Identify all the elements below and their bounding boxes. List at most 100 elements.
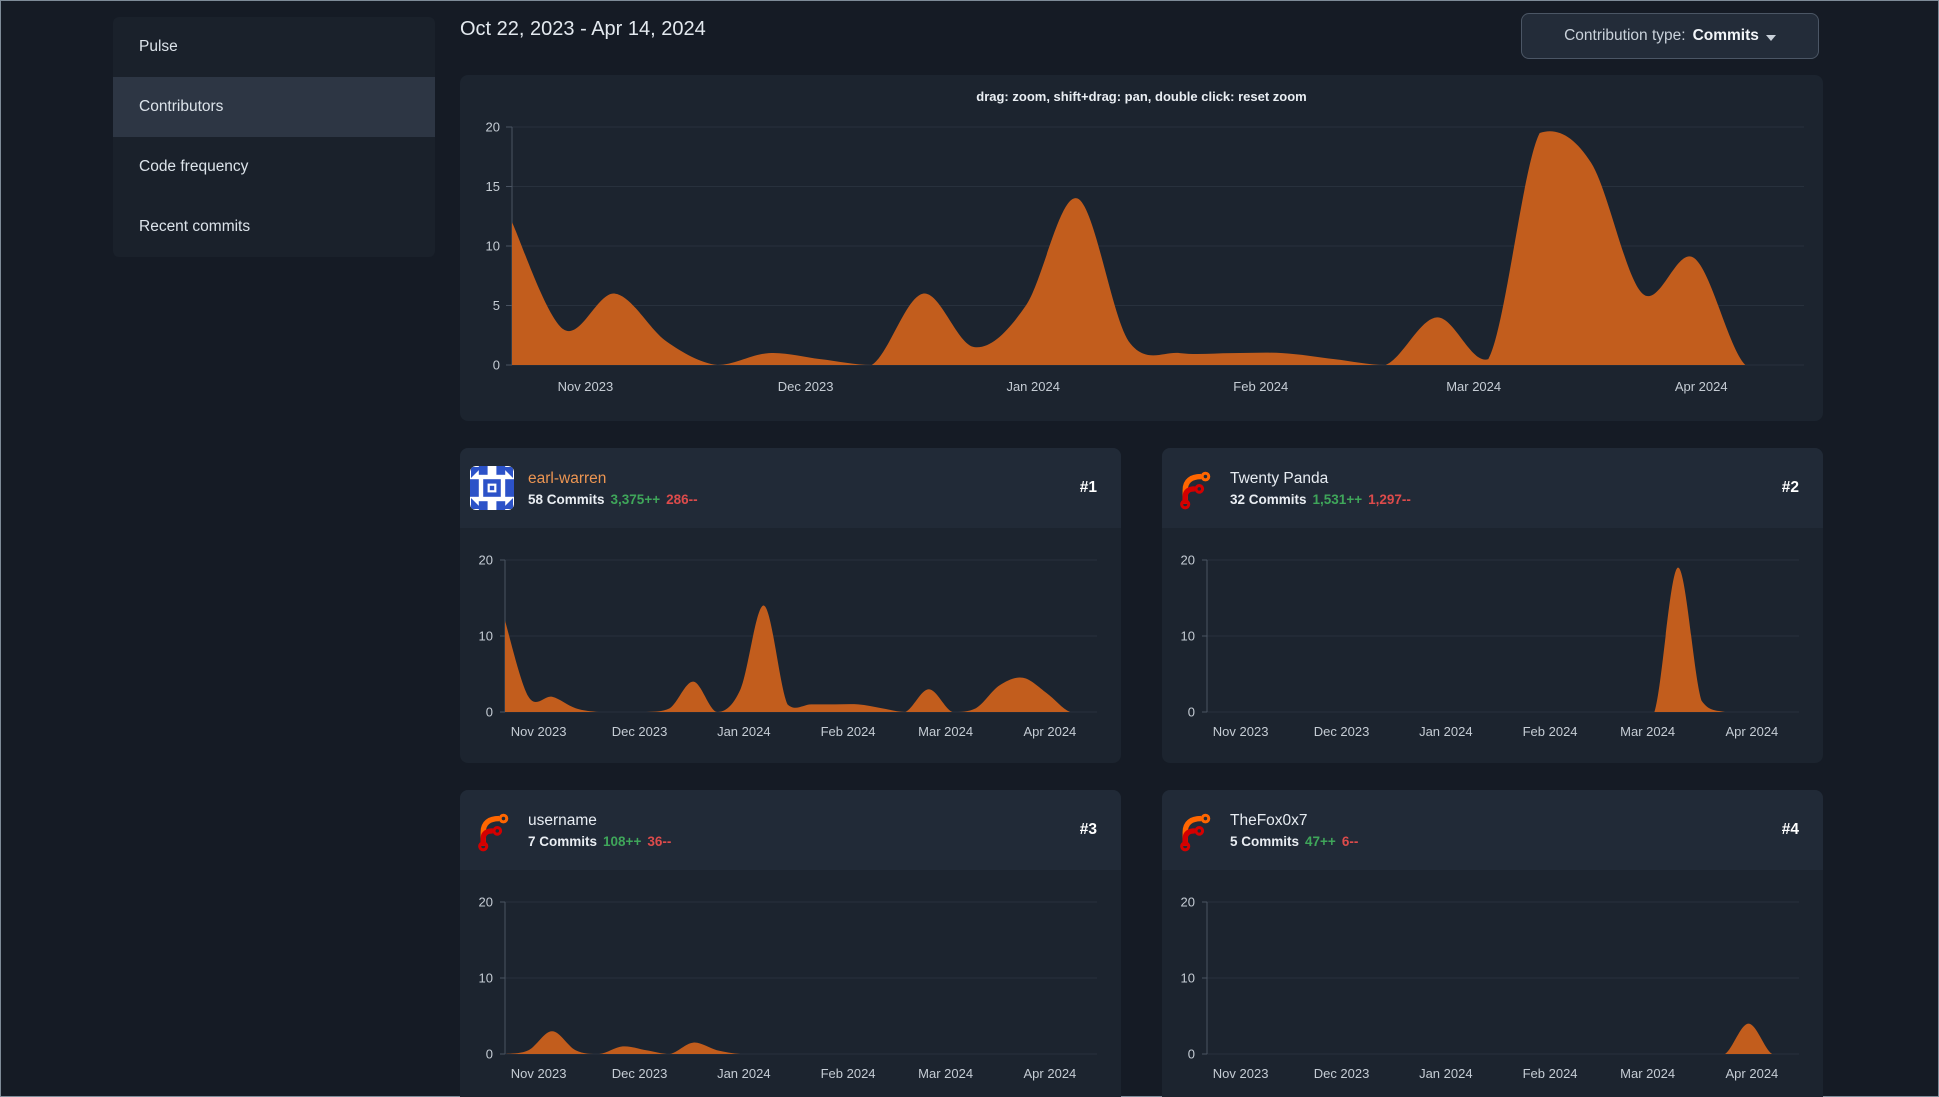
svg-text:10: 10 [479,971,493,986]
svg-text:20: 20 [1181,553,1195,568]
svg-text:Mar 2024: Mar 2024 [1620,1066,1675,1081]
deletions-count: 6-- [1341,834,1359,850]
svg-text:Jan 2024: Jan 2024 [1006,379,1060,394]
rank-badge: #1 [1079,479,1097,496]
contributor-stats: 58 Commits 3,375++ 286-- [528,492,1066,507]
commit-count: 5 Commits [1230,834,1300,850]
svg-text:Feb 2024: Feb 2024 [821,724,876,739]
contributor-commits-area-chart[interactable]: 0 10 20 Nov 2023 Dec 2023 Jan 2024 Feb 2024 Mar… [460,870,1121,1097]
svg-text:20: 20 [479,895,493,910]
svg-text:Nov 2023: Nov 2023 [511,1066,567,1081]
svg-text:Nov 2023: Nov 2023 [1213,724,1269,739]
contributor-card-twenty-panda: Twenty Panda 32 Commits 1,531++ 1,297-- #2… [1162,448,1823,763]
svg-text:Apr 2024: Apr 2024 [1726,724,1779,739]
contributor-stats: 32 Commits 1,531++ 1,297-- [1230,492,1768,507]
contributor-info: TheFox0x7 5 Commits 47++ 6-- [1230,811,1768,849]
svg-text:Jan 2024: Jan 2024 [717,724,771,739]
sidebar-item-label: Contributors [139,98,224,115]
svg-text:5: 5 [493,298,500,313]
sidebar-item-recent-commits[interactable]: Recent commits [113,197,435,257]
deletions-count: 286-- [666,492,698,508]
svg-text:Apr 2024: Apr 2024 [1024,1066,1077,1081]
contributor-card-header: Twenty Panda 32 Commits 1,531++ 1,297-- #2 [1162,448,1823,528]
svg-text:Mar 2024: Mar 2024 [918,1066,973,1081]
contributor-name: username [528,811,597,829]
svg-text:Dec 2023: Dec 2023 [612,1066,668,1081]
svg-text:Nov 2023: Nov 2023 [558,379,614,394]
activity-sidebar: Pulse Contributors Code frequency Recent… [113,17,435,257]
contributor-name[interactable]: earl-warren [528,469,1066,489]
sidebar-item-label: Pulse [139,38,178,55]
svg-text:0: 0 [486,705,493,720]
svg-text:Dec 2023: Dec 2023 [778,379,834,394]
contributor-info: earl-warren 58 Commits 3,375++ 286-- [528,469,1066,507]
svg-text:10: 10 [479,629,493,644]
svg-text:20: 20 [479,553,493,568]
svg-text:Feb 2024: Feb 2024 [1523,1066,1578,1081]
contributor-card-header: username 7 Commits 108++ 36-- #3 [460,790,1121,870]
overall-commits-chart-card: drag: zoom, shift+drag: pan, double clic… [460,75,1823,421]
svg-text:Dec 2023: Dec 2023 [612,724,668,739]
contributor-card-header: earl-warren 58 Commits 3,375++ 286-- #1 [460,448,1121,528]
contributor-commits-area-chart[interactable]: 0 10 20 Nov 2023 Dec 2023 Jan 2024 Feb 2024 Mar… [460,528,1121,763]
contributor-commits-area-chart[interactable]: 0 10 20 Nov 2023 Dec 2023 Jan 2024 Feb 2024 Mar… [1162,870,1823,1097]
svg-text:Feb 2024: Feb 2024 [1233,379,1288,394]
avatar [1172,808,1216,852]
additions-count: 108++ [603,834,642,850]
rank-badge: #4 [1781,821,1799,838]
chevron-down-icon [1765,34,1776,41]
commit-count: 58 Commits [528,492,605,508]
svg-text:20: 20 [1181,895,1195,910]
svg-text:Jan 2024: Jan 2024 [1419,1066,1473,1081]
svg-text:0: 0 [1188,1047,1195,1062]
contributor-info: Twenty Panda 32 Commits 1,531++ 1,297-- [1230,469,1768,507]
svg-text:Apr 2024: Apr 2024 [1024,724,1077,739]
deletions-count: 36-- [647,834,672,850]
additions-count: 47++ [1305,834,1336,850]
contributor-commits-area-chart[interactable]: 0 10 20 Nov 2023 Dec 2023 Jan 2024 Feb 2024 Mar… [1162,528,1823,763]
contributor-stats: 5 Commits 47++ 6-- [1230,834,1768,849]
svg-text:15: 15 [486,179,500,194]
svg-text:10: 10 [486,239,500,254]
additions-count: 3,375++ [610,492,661,508]
svg-text:Jan 2024: Jan 2024 [717,1066,771,1081]
contributor-card-header: TheFox0x7 5 Commits 47++ 6-- #4 [1162,790,1823,870]
svg-text:0: 0 [1188,705,1195,720]
avatar [470,466,514,510]
svg-text:0: 0 [493,358,500,373]
deletions-count: 1,297-- [1368,492,1411,508]
contributor-info: username 7 Commits 108++ 36-- [528,811,1066,849]
commit-count: 7 Commits [528,834,598,850]
overall-commits-area-chart[interactable]: 0 5 10 15 20 Nov 2023 Dec 2023 Jan 2024 Feb 2024… [460,75,1823,421]
svg-text:Feb 2024: Feb 2024 [821,1066,876,1081]
svg-text:Nov 2023: Nov 2023 [511,724,567,739]
svg-text:Nov 2023: Nov 2023 [1213,1066,1269,1081]
contributors-page: Pulse Contributors Code frequency Recent… [0,0,1939,1097]
contribution-type-label: Contribution type: [1564,27,1686,44]
contribution-type-dropdown[interactable]: Contribution type: Commits [1521,13,1819,59]
sidebar-item-label: Recent commits [139,218,251,235]
sidebar-item-code-frequency[interactable]: Code frequency [113,137,435,197]
sidebar-item-label: Code frequency [139,158,249,175]
svg-text:Mar 2024: Mar 2024 [1620,724,1675,739]
contributor-stats: 7 Commits 108++ 36-- [528,834,1066,849]
svg-text:Dec 2023: Dec 2023 [1314,724,1370,739]
svg-text:Apr 2024: Apr 2024 [1726,1066,1779,1081]
svg-text:10: 10 [1181,971,1195,986]
contributor-name: Twenty Panda [1230,469,1329,487]
svg-text:Mar 2024: Mar 2024 [918,724,973,739]
svg-text:20: 20 [486,120,500,135]
contributor-card-thefox0x7: TheFox0x7 5 Commits 47++ 6-- #4 0 10 20 Nov 2… [1162,790,1823,1097]
rank-badge: #2 [1781,479,1799,496]
sidebar-item-pulse[interactable]: Pulse [113,17,435,77]
svg-text:Mar 2024: Mar 2024 [1446,379,1501,394]
date-range-title: Oct 22, 2023 - Apr 14, 2024 [460,18,706,40]
rank-badge: #3 [1079,821,1097,838]
svg-text:0: 0 [486,1047,493,1062]
avatar [470,808,514,852]
svg-text:Apr 2024: Apr 2024 [1675,379,1728,394]
svg-text:Dec 2023: Dec 2023 [1314,1066,1370,1081]
additions-count: 1,531++ [1312,492,1363,508]
sidebar-item-contributors[interactable]: Contributors [113,77,435,137]
commit-count: 32 Commits [1230,492,1307,508]
